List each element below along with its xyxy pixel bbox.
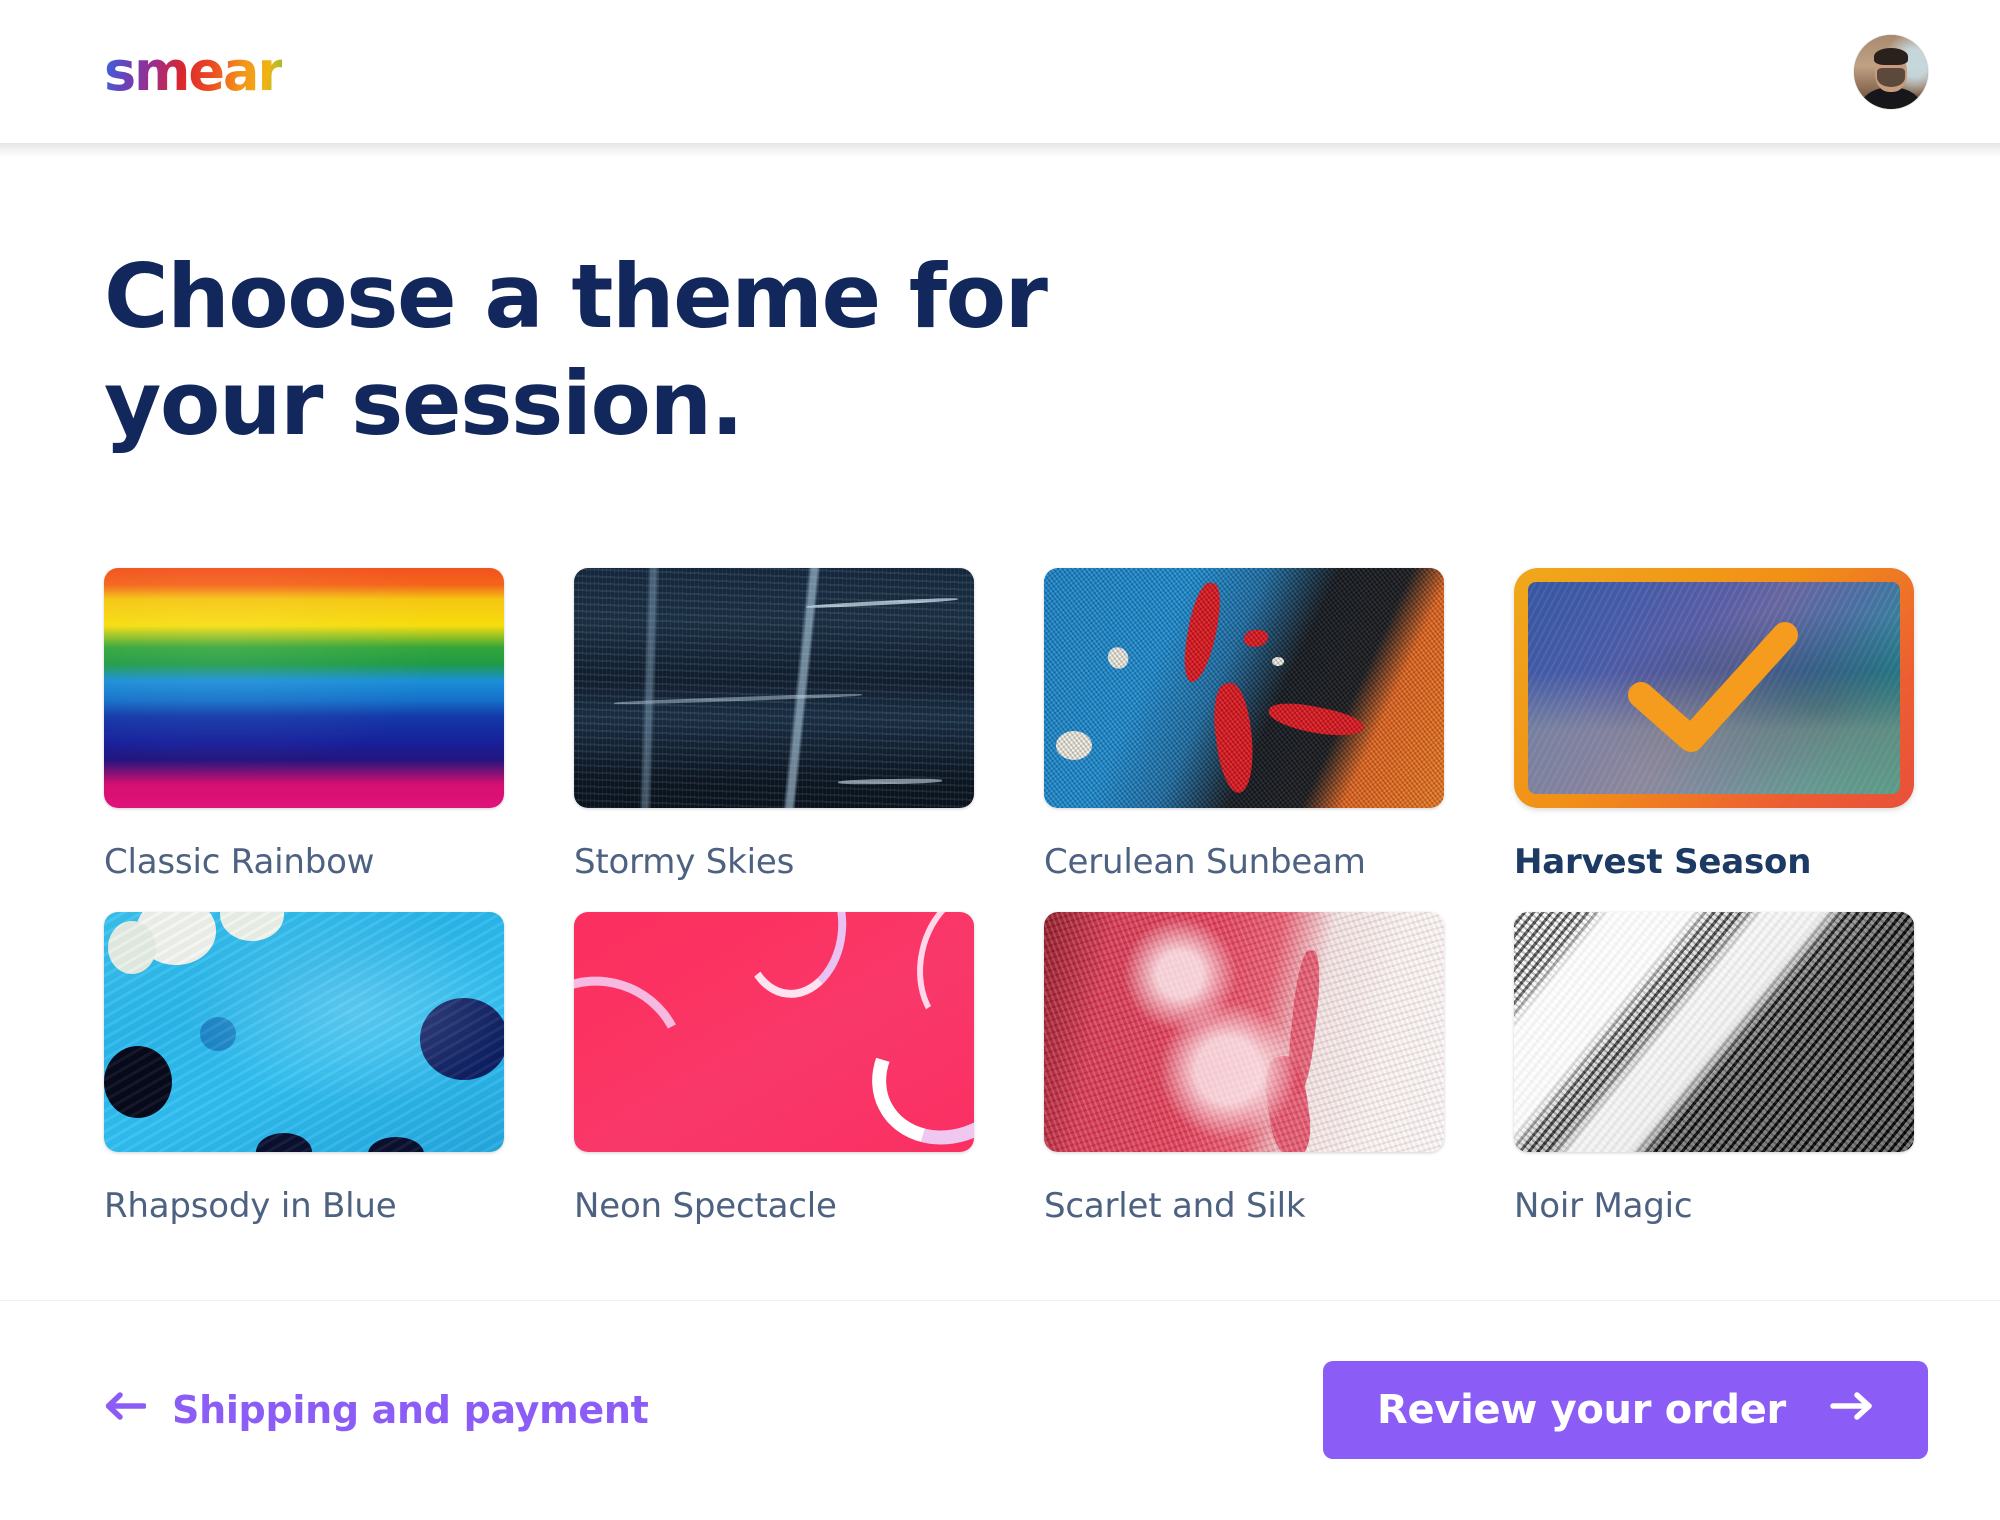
smear-logo[interactable]: smear [104, 44, 284, 99]
review-order-button[interactable]: Review your order [1322, 1361, 1928, 1459]
theme-thumbnail-frame [1514, 911, 1914, 1152]
theme-thumbnail-frame [1044, 911, 1444, 1152]
theme-card-neon-spectacle[interactable]: Neon Spectacle [574, 911, 974, 1226]
theme-artwork [1528, 581, 1900, 794]
theme-artwork [104, 567, 504, 808]
back-to-shipping-button[interactable]: Shipping and payment [104, 1388, 649, 1432]
theme-thumbnail [1528, 581, 1900, 794]
theme-artwork [1044, 911, 1444, 1152]
theme-thumbnail [574, 567, 974, 808]
theme-card-label: Noir Magic [1514, 1185, 1693, 1226]
theme-artwork [104, 911, 504, 1152]
avatar-beard [1877, 67, 1905, 87]
arrow-left-icon [104, 1388, 147, 1432]
theme-thumbnail [104, 567, 504, 808]
back-link-label: Shipping and payment [172, 1388, 649, 1432]
theme-thumbnail-frame [1514, 567, 1914, 808]
theme-thumbnail-frame [104, 567, 504, 808]
theme-card-rhapsody-in-blue[interactable]: Rhapsody in Blue [104, 911, 504, 1226]
theme-card-harvest-season[interactable]: Harvest Season [1514, 567, 1914, 882]
page-title-line-1: Choose a theme for [104, 245, 1048, 348]
theme-card-classic-rainbow[interactable]: Classic Rainbow [104, 567, 504, 882]
theme-card-scarlet-and-silk[interactable]: Scarlet and Silk [1044, 911, 1444, 1226]
theme-card-label: Rhapsody in Blue [104, 1185, 397, 1226]
theme-card-label: Cerulean Sunbeam [1044, 841, 1366, 882]
arrow-right-icon [1830, 1387, 1874, 1433]
theme-thumbnail [574, 911, 974, 1152]
theme-thumbnail-frame [574, 567, 974, 808]
app-header: smear [0, 0, 2000, 157]
scroll-content[interactable]: Choose a theme for your session. Classic… [0, 143, 2000, 1300]
theme-grid: Classic Rainbow Stormy Skies Cerulean Sunb… [104, 567, 1914, 1226]
theme-artwork [1514, 911, 1914, 1152]
theme-thumbnail [1044, 567, 1444, 808]
theme-card-label: Stormy Skies [574, 841, 795, 882]
theme-thumbnail-frame [1044, 567, 1444, 808]
theme-artwork [574, 911, 974, 1152]
cta-label: Review your order [1376, 1387, 1786, 1433]
wizard-footer: Shipping and payment Review your order [0, 1300, 2000, 1520]
theme-card-stormy-skies[interactable]: Stormy Skies [574, 567, 974, 882]
page-title: Choose a theme for your session. [104, 243, 1254, 458]
avatar-hair [1874, 47, 1908, 65]
page-title-line-2: your session. [104, 352, 744, 456]
theme-thumbnail [1514, 911, 1914, 1152]
theme-artwork [574, 567, 974, 808]
theme-thumbnail-frame [574, 911, 974, 1152]
theme-thumbnail [104, 911, 504, 1152]
theme-thumbnail-frame [104, 911, 504, 1152]
theme-card-label: Scarlet and Silk [1044, 1185, 1306, 1226]
theme-artwork [1044, 567, 1444, 808]
theme-card-label: Neon Spectacle [574, 1185, 837, 1226]
theme-thumbnail [1044, 911, 1444, 1152]
theme-card-cerulean-sunbeam[interactable]: Cerulean Sunbeam [1044, 567, 1444, 882]
theme-card-label: Harvest Season [1514, 841, 1812, 882]
theme-card-label: Classic Rainbow [104, 841, 375, 882]
theme-card-noir-magic[interactable]: Noir Magic [1514, 911, 1914, 1226]
avatar[interactable] [1854, 34, 1928, 109]
